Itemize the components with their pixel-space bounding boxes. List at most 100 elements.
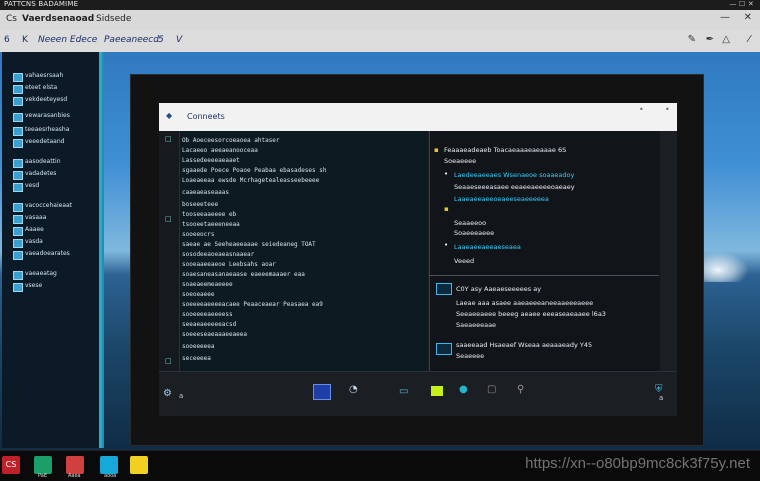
edit-icon[interactable]: ✎ (688, 34, 696, 45)
app-icon (13, 215, 23, 224)
app-icon (13, 97, 23, 106)
app-icon (13, 251, 23, 260)
app-title: Conneets (187, 112, 225, 121)
toolbar-item-5[interactable]: 5 (158, 35, 164, 45)
menu-item-3[interactable]: Sidsede (96, 14, 131, 24)
sidebar-item[interactable]: vsese (10, 282, 98, 292)
trash-icon[interactable]: ▢ (487, 384, 496, 395)
menu-item-2[interactable]: Vaerdsenaoad (22, 14, 94, 24)
settings-icon[interactable]: ⚙ (163, 388, 172, 399)
toolbar-item-6[interactable]: V (176, 35, 182, 45)
sidebar-item[interactable]: vewarasanbies (10, 112, 98, 122)
sidebar-item[interactable]: eteet elsta (10, 84, 98, 94)
sidebar-item[interactable]: vahaesrsaah (10, 72, 98, 82)
sidebar-item[interactable]: vaeaeatag (10, 270, 98, 280)
code-line: soaeaeemeaeeee (182, 281, 233, 288)
app-icon (13, 283, 23, 292)
toolbar: 6 K Neeen Edece Paeeaneecd 5 V ✎ ✒ △ ⁄ (0, 30, 760, 53)
sidebar-item-label: eteet elsta (25, 84, 58, 91)
code-line: tsooeetaeeeneeaa (182, 221, 240, 228)
app-icon (13, 271, 23, 280)
close-icon[interactable]: ✕ (744, 12, 752, 23)
sidebar-item-label: aasodeattin (25, 158, 61, 165)
sidebar-item[interactable]: vekdeeteyesd (10, 96, 98, 106)
window-title: PATTCNS BADAMIME (4, 0, 79, 8)
detail-line: Seaaeeoo (454, 219, 487, 227)
detail-line[interactable]: Laaeaeeaeeaeseaea (454, 243, 521, 251)
sidebar-item-label: vasaaa (25, 214, 47, 221)
bottom-toolbar: ⚙ a ◔ ▭ ● ▢ ⚲ ⛨ a (159, 371, 677, 416)
dot-icon[interactable]: • (665, 105, 670, 114)
sidebar-item[interactable]: vasaaa (10, 214, 98, 224)
app-icon (13, 227, 23, 236)
user-icon[interactable]: ⚲ (517, 384, 524, 395)
code-line: Ob Aoeceesorcoeaoea ahtaser (182, 137, 280, 144)
status-left: a (179, 392, 184, 400)
app-header: ◆ Conneets • • (159, 103, 677, 131)
toolbar-item-2[interactable]: K (22, 35, 28, 45)
code-line: soeeeeaeeeeacaee Peaaceaear Peasaea ea9 (182, 301, 323, 308)
toolbar-item-1[interactable]: 6 (4, 35, 10, 45)
taskbar-app-3[interactable] (66, 456, 84, 474)
folder-icon[interactable]: ▭ (399, 386, 408, 397)
toolbar-item-4[interactable]: Paeeaneecd (104, 35, 159, 45)
sidebar-item-label: vewarasanbies (25, 112, 70, 119)
taskbar-app-cs[interactable]: CS (2, 456, 20, 474)
minimize-icon[interactable]: — (720, 12, 730, 23)
app-icon (13, 171, 23, 180)
sidebar-item-label: vekdeeteyesd (25, 96, 68, 103)
app-icon (13, 85, 23, 94)
taskbar-item-label: Aaea (68, 473, 81, 479)
sidebar-item[interactable]: Aaaee (10, 226, 98, 236)
gutter-marker[interactable]: □ (165, 135, 172, 143)
window-icon[interactable] (313, 384, 331, 400)
sidebar-item[interactable]: vesd (10, 182, 98, 192)
monitor: ◆ Conneets • • □ □ □ Ob Aoeceesorcoeaoea… (130, 74, 704, 446)
code-line: Lassedeeeeaeaaet (182, 157, 240, 164)
code-line: sooeeocrs (182, 231, 215, 238)
detail-line: Soaeeeaeee (454, 229, 495, 237)
bullet-icon: • (444, 170, 449, 178)
bullet-icon: • (444, 241, 449, 249)
sidebar-item-label: vsese (25, 282, 43, 289)
taskbar-app-2[interactable] (34, 456, 52, 474)
detail-line[interactable]: Laedeeaeeaes Wsenaeoe soaaeadoy (454, 171, 574, 179)
gutter-marker[interactable]: □ (165, 357, 172, 365)
globe-icon[interactable]: ◔ (349, 384, 358, 395)
sidebar: vahaesrsaah eteet elsta vekdeeteyesd vew… (2, 52, 104, 448)
title-bar: PATTCNS BADAMIME — ☐ ✕ (0, 0, 760, 10)
details-pane[interactable]: ▪ Feaaaeadeaeb Toacaeaaaeaeaaae 6S Soeae… (429, 131, 660, 371)
toolbar-item-3[interactable]: Neeen Edece (38, 35, 97, 45)
detail-line[interactable]: Laaeaeeaeeoeaeeseaeeeeea (454, 195, 549, 203)
sidebar-item-label: vesd (25, 182, 40, 189)
code-line: sgaaede Poece Poaoe Peabaa ebasadeses sh (182, 167, 327, 174)
sidebar-item[interactable]: aasodeattin (10, 158, 98, 168)
sidebar-item[interactable]: vasda (10, 238, 98, 248)
sidebar-item-label: vaeadoearates (25, 250, 70, 257)
taskbar-app-5[interactable] (130, 456, 148, 474)
code-line: Lacaeeo aeeaeanooceaa (182, 147, 258, 154)
sidebar-item[interactable]: vadadetes (10, 170, 98, 180)
sidebar-item-label: teeaesrheasha (25, 126, 70, 133)
gutter-marker[interactable]: □ (165, 215, 172, 223)
taskbar-item-label: aooa (104, 473, 117, 479)
code-line: caaeaeaseaaas (182, 189, 229, 196)
code-line: soeeeseaeaaaeeaeea (182, 331, 248, 338)
sidebar-item[interactable]: vaeadoearates (10, 250, 98, 260)
app-icon (13, 73, 23, 82)
code-line: sooeaaeeaeoe Leebsahs aoar (182, 261, 276, 268)
green-app-icon[interactable] (431, 386, 443, 396)
taskbar-app-4[interactable] (100, 456, 118, 474)
dot-icon[interactable]: • (639, 105, 644, 114)
sidebar-item[interactable]: teeaesrheasha (10, 126, 98, 136)
detail-line: Seaeeee (456, 352, 485, 360)
triangle-icon[interactable]: △ (722, 34, 730, 45)
sidebar-item[interactable]: vacoccehaieaat (10, 202, 98, 212)
sidebar-item[interactable]: veeedetaand (10, 138, 98, 148)
cloud-icon[interactable]: ● (459, 384, 468, 395)
code-pane[interactable]: Ob Aoeceesorcoeaoea ahtaser Lacaeeo aeea… (180, 131, 428, 371)
menu-item-1[interactable]: Cs (6, 14, 17, 24)
brush-icon[interactable]: ⁄ (748, 34, 750, 45)
window-controls[interactable]: — ☐ ✕ (729, 0, 754, 8)
pen-icon[interactable]: ✒ (706, 34, 714, 45)
